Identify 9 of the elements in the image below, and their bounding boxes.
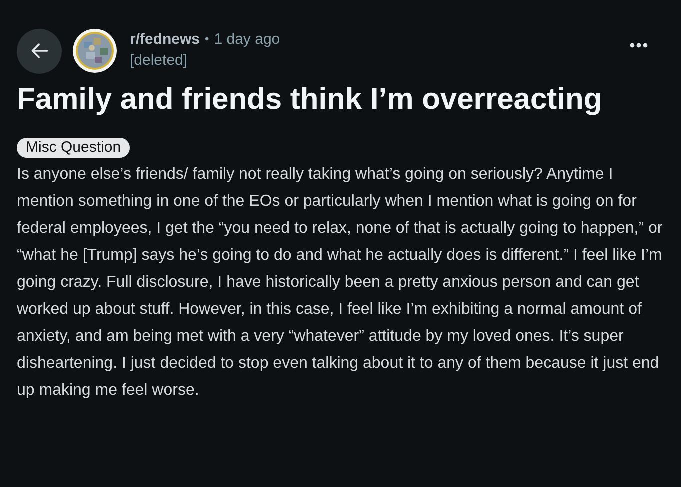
post-body: Is anyone else’s friends/ family not really taking what’s going on seriously? Anytime I mention something in one of the EOs or particularly when I mention what is going on for federal employees, I get the “you need to relax, none of that is actually going to happen,” or “what he [Trump] says he’s going to do and what he actually does is different.” I feel like I’m going crazy. Full disclosure, I have historically been a pretty anxious person and can get worked up about stuff. However, in this case, I feel like I’m exhibiting a normal amount of anxiety, and am being met with a very “whatever” attitude by my loved ones. It’s super disheartening. I just decided to stop even talking about it to any of them because it just end up making me feel worse.: [17, 165, 664, 401]
back-button[interactable]: [17, 28, 62, 74]
post-flair[interactable]: Misc Question: [17, 138, 130, 158]
author-name[interactable]: [deleted]: [130, 50, 280, 71]
post-time: 1 day ago: [214, 30, 280, 50]
more-icon: [630, 42, 648, 48]
subreddit-link[interactable]: r/fednews: [130, 29, 200, 50]
separator-dot: •: [205, 31, 210, 48]
post-title: Family and friends think I’m overreacting: [17, 82, 604, 118]
